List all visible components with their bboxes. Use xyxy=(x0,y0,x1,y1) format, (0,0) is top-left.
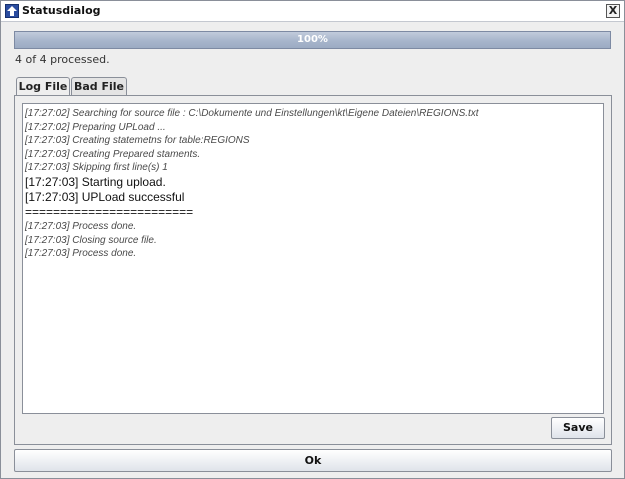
processed-count-label: 4 of 4 processed. xyxy=(15,53,110,66)
close-button[interactable]: X xyxy=(606,4,620,18)
log-text-area[interactable]: [17:27:02] Searching for source file : C… xyxy=(22,103,604,414)
log-line: [17:27:03] Creating Prepared staments. xyxy=(25,148,201,160)
window-title: Statusdialog xyxy=(22,4,101,17)
log-line: [17:27:02] Preparing UPLoad ... xyxy=(25,121,166,133)
progress-percent: 100% xyxy=(297,34,328,45)
title-bar[interactable]: Statusdialog X xyxy=(1,1,624,22)
log-line: [17:27:03] Process done. xyxy=(25,220,137,232)
log-line: [17:27:03] Creating statemetns for table… xyxy=(25,135,250,147)
log-line: [17:27:03] Starting upload. xyxy=(25,174,166,189)
log-line: [17:27:03] Closing source file. xyxy=(25,234,157,246)
save-button[interactable]: Save xyxy=(551,417,605,439)
log-line: [17:27:03] UPLoad successful xyxy=(25,189,185,204)
log-line: [17:27:03] Process done. xyxy=(25,248,137,260)
log-line: ======================== xyxy=(25,204,194,219)
upload-arrow-icon xyxy=(5,4,19,18)
status-dialog-window: Statusdialog X 100% 4 of 4 processed. Lo… xyxy=(0,0,625,479)
ok-button[interactable]: Ok xyxy=(14,449,612,472)
progress-bar: 100% xyxy=(14,31,611,49)
log-line: [17:27:03] Skipping first line(s) 1 xyxy=(25,162,168,174)
log-line: [17:27:02] Searching for source file : C… xyxy=(25,108,479,119)
log-file-panel: [17:27:02] Searching for source file : C… xyxy=(14,95,612,445)
tab-bad-file[interactable]: Bad File xyxy=(71,77,127,96)
tab-log-file[interactable]: Log File xyxy=(16,77,70,97)
